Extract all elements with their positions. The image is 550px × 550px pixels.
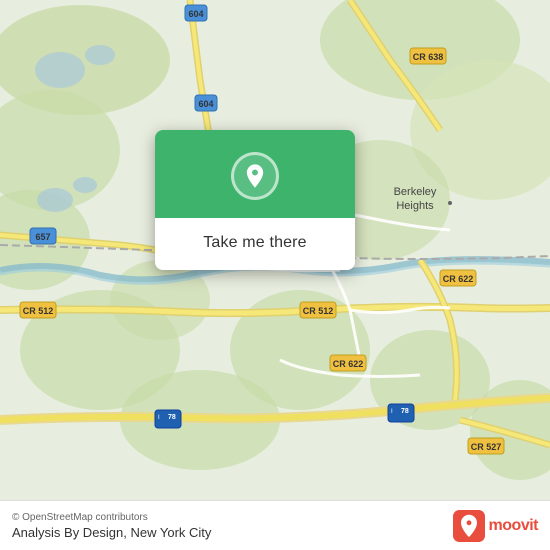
svg-text:78: 78: [168, 414, 176, 421]
popup-card-body: Take me there: [155, 218, 355, 270]
svg-text:CR 622: CR 622: [333, 359, 364, 369]
location-name: Analysis By Design, New York City: [12, 525, 211, 540]
map-pin-svg: [241, 162, 269, 190]
svg-text:CR 512: CR 512: [23, 306, 54, 316]
take-me-there-button[interactable]: Take me there: [195, 230, 314, 256]
location-icon-circle: ⬤: [231, 152, 279, 200]
svg-text:78: 78: [401, 408, 409, 415]
moovit-logo: moovit: [453, 510, 538, 542]
copyright-text: © OpenStreetMap contributors: [12, 512, 211, 523]
svg-text:CR 638: CR 638: [413, 52, 444, 62]
popup-card-header: ⬤: [155, 130, 355, 218]
svg-text:Berkeley: Berkeley: [394, 186, 437, 198]
moovit-text: moovit: [489, 517, 538, 535]
svg-text:657: 657: [35, 232, 50, 242]
svg-text:CR 622: CR 622: [443, 274, 474, 284]
svg-text:CR 512: CR 512: [303, 306, 334, 316]
svg-text:604: 604: [198, 99, 213, 109]
svg-text:604: 604: [188, 9, 203, 19]
footer-left: © OpenStreetMap contributors Analysis By…: [12, 512, 211, 540]
moovit-icon-svg: [453, 510, 485, 542]
svg-text:Heights: Heights: [396, 200, 434, 212]
map-container: 604 604 CR 638 657 CR 512 CR 512 CR 622 …: [0, 0, 550, 500]
footer-bar: © OpenStreetMap contributors Analysis By…: [0, 500, 550, 550]
svg-text:CR 527: CR 527: [471, 442, 502, 452]
popup-card: ⬤ Take me there: [155, 130, 355, 270]
